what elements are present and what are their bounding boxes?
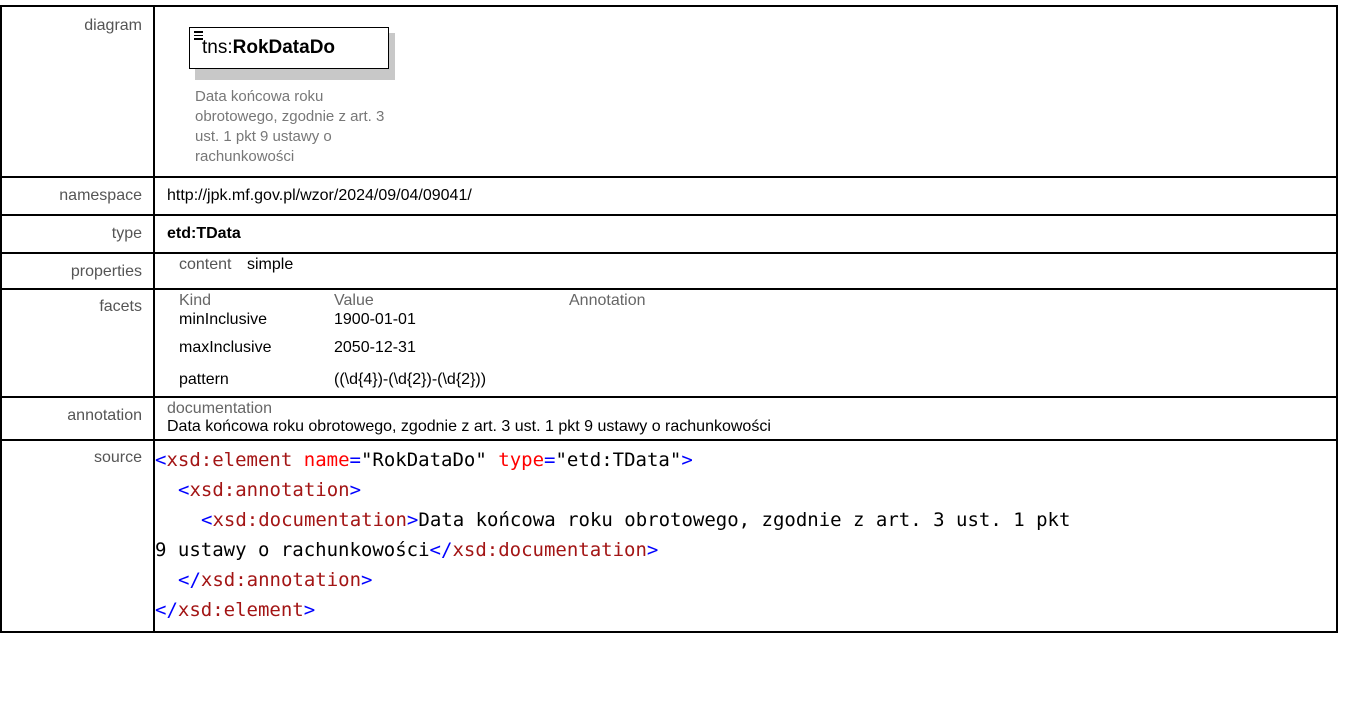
properties-row: properties content simple xyxy=(0,252,1338,290)
facets-table: Kind Value Annotation minInclusive 1900-… xyxy=(167,292,1336,394)
type-label: type xyxy=(0,214,155,254)
properties-label: properties xyxy=(0,252,155,290)
source-code: <xsd:element name="RokDataDo" type="etd:… xyxy=(153,439,1338,633)
element-doc-table: diagram tns:RokDataDo Data końcowa roku … xyxy=(0,5,1338,633)
namespace-value: http://jpk.mf.gov.pl/wzor/2024/09/04/090… xyxy=(153,176,1338,216)
source-line: <xsd:element name="RokDataDo" type="etd:… xyxy=(155,449,693,471)
facet-kind: maxInclusive xyxy=(179,339,272,356)
namespace-row: namespace http://jpk.mf.gov.pl/wzor/2024… xyxy=(0,176,1338,216)
facets-label: facets xyxy=(0,288,155,398)
element-local-name: RokDataDo xyxy=(232,37,336,58)
source-line: </xsd:element> xyxy=(155,599,316,621)
diagram-row: diagram tns:RokDataDo Data końcowa roku … xyxy=(0,5,1338,178)
facets-header-value: Value xyxy=(334,292,374,309)
element-prefix: tns: xyxy=(202,37,233,58)
annotation-row: annotation documentation Data końcowa ro… xyxy=(0,396,1338,441)
facet-kind: minInclusive xyxy=(179,311,268,328)
source-line: </xsd:annotation> xyxy=(178,569,373,591)
element-name: tns:RokDataDo xyxy=(202,37,335,59)
properties-value: simple xyxy=(247,256,294,273)
facets-row: facets Kind Value Annotation minInclusiv… xyxy=(0,288,1338,398)
annotation-key: documentation xyxy=(167,400,272,417)
facet-value: 2050-12-31 xyxy=(334,339,416,356)
source-line: 9 ustawy o rachunkowości</xsd:documentat… xyxy=(155,539,659,561)
properties-key: content xyxy=(179,256,232,273)
doc-line: Data końcowa roku xyxy=(195,88,324,105)
source-line: <xsd:annotation> xyxy=(178,479,362,501)
namespace-label: namespace xyxy=(0,176,155,216)
doc-line: ust. 1 pkt 9 ustawy o xyxy=(195,128,332,145)
diagram-label: diagram xyxy=(0,5,155,178)
source-line: <xsd:documentation>Data końcowa roku obr… xyxy=(201,509,1071,531)
source-label: source xyxy=(0,439,155,633)
annotation-documentation: Data końcowa roku obrotowego, zgodnie z … xyxy=(167,418,771,435)
doc-line: rachunkowości xyxy=(195,148,295,165)
facets-header-kind: Kind xyxy=(179,292,212,309)
facets-header-annotation: Annotation xyxy=(569,292,646,309)
type-value: etd:TData xyxy=(153,214,1338,254)
properties-content: content simple xyxy=(167,256,1336,274)
facet-annotation xyxy=(569,366,969,394)
element-diagram: tns:RokDataDo Data końcowa roku obrotowe… xyxy=(167,7,1336,176)
source-row: source <xsd:element name="RokDataDo" typ… xyxy=(0,439,1338,633)
facet-annotation xyxy=(569,310,969,330)
doc-line: obrotowego, zgodnie z art. 3 xyxy=(195,108,385,125)
annotation-label: annotation xyxy=(0,396,155,441)
facet-kind: pattern xyxy=(179,371,229,388)
diagram-documentation: Data końcowa roku obrotowego, zgodnie z … xyxy=(195,87,465,167)
facet-value: 1900-01-01 xyxy=(334,311,416,328)
element-box[interactable]: tns:RokDataDo xyxy=(189,27,389,69)
facet-annotation xyxy=(569,330,969,366)
facet-value: ((\d{4})-(\d{2})-(\d{2})) xyxy=(334,371,487,388)
type-row: type etd:TData xyxy=(0,214,1338,254)
